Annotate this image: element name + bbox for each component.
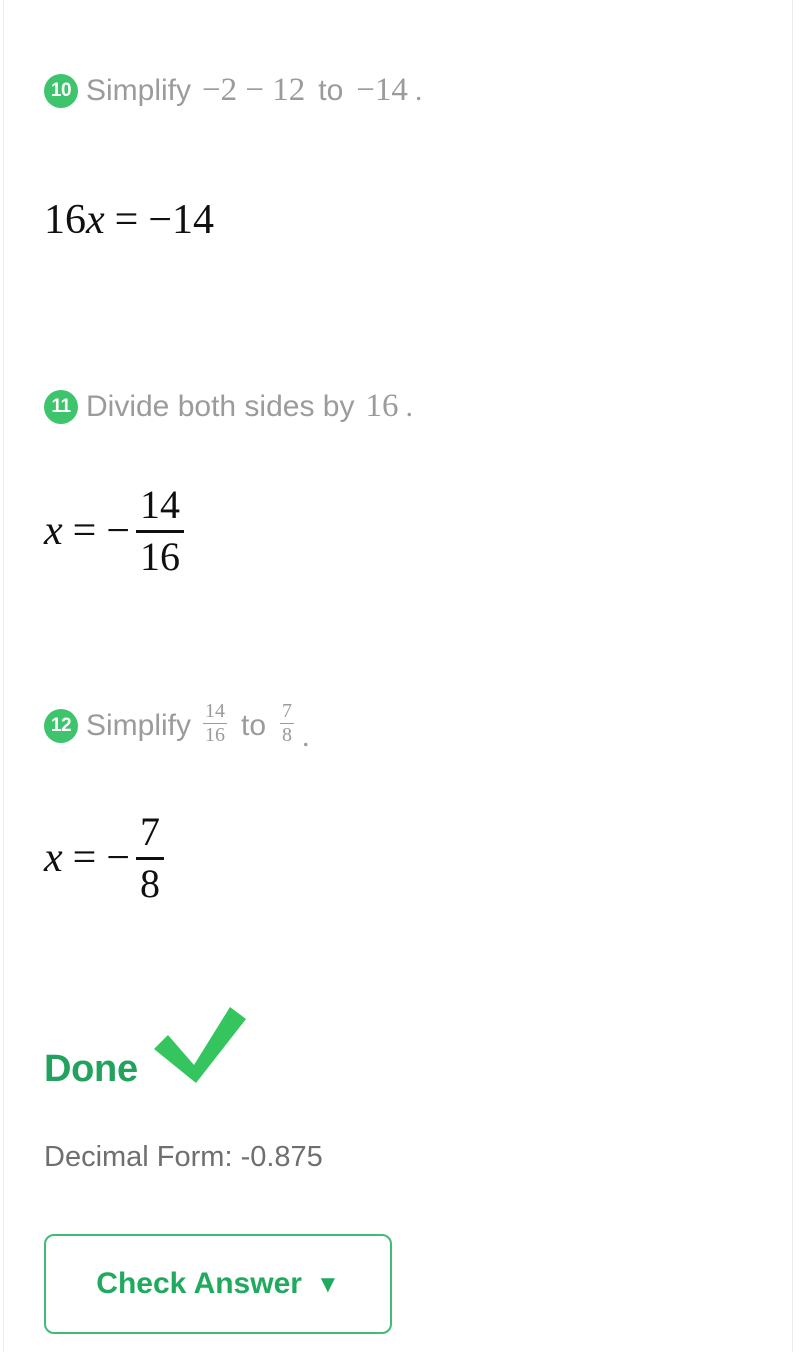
step-12-fraction-numerator: 7 <box>140 809 161 854</box>
step-10-rhs: −14 <box>148 197 215 243</box>
step-10-description: Simplify −2 − 12 to −14. <box>86 72 422 109</box>
step-10-expression-from: −2 − 12 <box>202 72 306 108</box>
step-12-badge: 12 <box>44 708 78 743</box>
step-11-divisor: 16 <box>365 388 399 424</box>
step-12-fraction-from-numerator: 14 <box>205 700 226 722</box>
step-11-period: . <box>405 389 413 423</box>
page-frame: 10 Simplify −2 − 12 to −14. 16 x = −14 11… <box>3 0 793 1352</box>
step-11-equation: x = − 14 16 <box>44 482 185 579</box>
done-label: Done <box>44 1048 138 1090</box>
step-11-badge: 11 <box>44 389 78 424</box>
step-10-lhs-variable: x <box>86 197 105 243</box>
step-12-fraction-to-denominator: 8 <box>282 724 293 746</box>
step-11-lhs-variable: x <box>44 508 63 555</box>
step-11-fraction-bar <box>136 529 185 533</box>
step-10-expression-to: −14 <box>356 72 408 108</box>
step-12-fraction-to-numerator: 7 <box>282 700 293 722</box>
step-10-verb: Simplify <box>86 73 192 107</box>
step-12-fraction: 7 8 <box>136 809 165 906</box>
step-12-fraction-bar <box>136 856 165 860</box>
step-12-header: 12 Simplify 14 16 to 7 8 . <box>44 700 310 754</box>
step-11-fraction: 14 16 <box>136 482 185 579</box>
step-11-fraction-numerator: 14 <box>140 482 181 527</box>
step-12-connector: to <box>241 708 267 742</box>
step-10-badge: 10 <box>44 73 78 108</box>
decimal-form-text: Decimal Form: -0.875 <box>44 1141 323 1173</box>
step-11-instruction: Divide both sides by <box>86 389 355 423</box>
step-11-fraction-denominator: 16 <box>140 533 181 579</box>
check-mark-icon <box>152 1005 248 1096</box>
step-10-equation: 16 x = −14 <box>44 196 214 244</box>
step-11-description: Divide both sides by 16. <box>86 388 413 425</box>
step-10-equals-sign: = <box>114 197 139 243</box>
step-12-negative-sign: − <box>106 835 131 882</box>
step-12-fraction-from-denominator: 16 <box>205 724 226 746</box>
done-status: Done <box>44 1007 248 1096</box>
check-answer-label: Check Answer <box>96 1267 302 1300</box>
step-11-header: 11 Divide both sides by 16. <box>44 388 413 425</box>
step-12-description: Simplify 14 16 to 7 8 . <box>86 700 310 754</box>
step-12-equals-sign: = <box>72 835 97 882</box>
step-12-fraction-denominator: 8 <box>140 860 161 906</box>
step-12-fraction-from: 14 16 <box>203 700 228 746</box>
step-11-negative-sign: − <box>106 508 131 555</box>
step-12-period: . <box>302 720 310 753</box>
step-12-lhs-variable: x <box>44 835 63 882</box>
step-10-period: . <box>414 73 423 107</box>
step-10-connector: to <box>318 73 344 107</box>
step-12-fraction-to: 7 8 <box>280 700 295 746</box>
step-10-header: 10 Simplify −2 − 12 to −14. <box>44 72 422 109</box>
check-answer-button[interactable]: Check Answer ▼ <box>44 1234 392 1334</box>
step-12-equation: x = − 7 8 <box>44 809 165 906</box>
chevron-down-icon: ▼ <box>315 1271 340 1298</box>
step-11-equals-sign: = <box>72 508 97 555</box>
step-10-lhs-coefficient: 16 <box>44 197 86 243</box>
step-12-verb: Simplify <box>86 708 192 742</box>
